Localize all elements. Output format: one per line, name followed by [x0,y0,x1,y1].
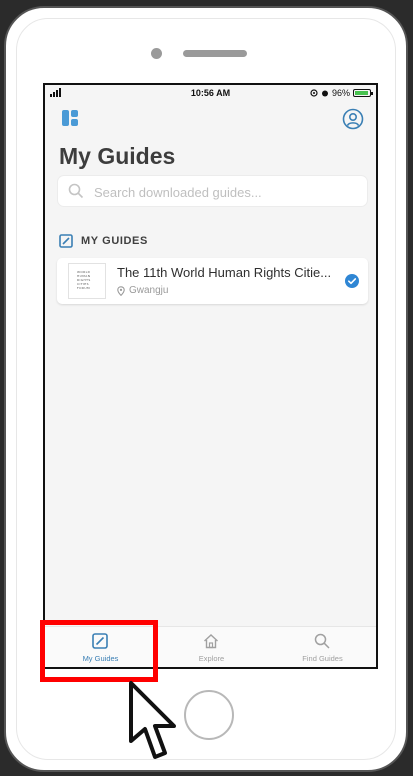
highlight-box [40,620,158,682]
home-button[interactable] [184,690,234,740]
search-input[interactable] [92,176,356,208]
search-box[interactable] [58,176,367,208]
guide-location: Gwangju [117,285,168,296]
battery-fill [355,91,369,95]
section-title: MY GUIDES [81,235,148,247]
front-camera [151,48,162,59]
search-icon [314,633,330,649]
tab-find-guides[interactable]: Find Guides [267,627,376,667]
check-circle-icon [345,274,359,288]
battery-icon [353,89,373,97]
section-header: MY GUIDES [59,233,148,249]
earpiece-speaker [183,50,247,57]
user-circle-icon[interactable] [342,108,364,130]
status-bar: 10:56 AM 96% [45,85,376,101]
tab-explore[interactable]: Explore [156,627,267,667]
guide-thumbnail-text: WORLD HUMAN RIGHTS CITIES FORUM [77,270,91,290]
battery-percent: 96% [331,88,350,98]
orientation-lock-icon [310,89,318,97]
guide-card[interactable]: WORLD HUMAN RIGHTS CITIES FORUM The 11th… [57,258,368,304]
page-title: My Guides [59,143,176,169]
mouse-cursor-icon [129,681,176,759]
tab-label: Find Guides [302,654,343,663]
tab-label: Explore [198,654,225,663]
guide-thumbnail: WORLD HUMAN RIGHTS CITIES FORUM [68,263,106,299]
guide-book-icon [59,234,73,248]
app-screen: 10:56 AM 96% My Guides Search downloaded… [43,83,378,669]
location-pin-icon [117,285,125,296]
search-icon [68,183,84,199]
guide-location-label: Gwangju [129,285,169,296]
home-icon [204,634,218,649]
app-logo-icon[interactable] [61,109,79,127]
guide-title: The 11th World Human Rights Citie... [117,265,332,280]
alarm-icon [321,90,328,97]
status-indicators: 96% [310,88,373,98]
